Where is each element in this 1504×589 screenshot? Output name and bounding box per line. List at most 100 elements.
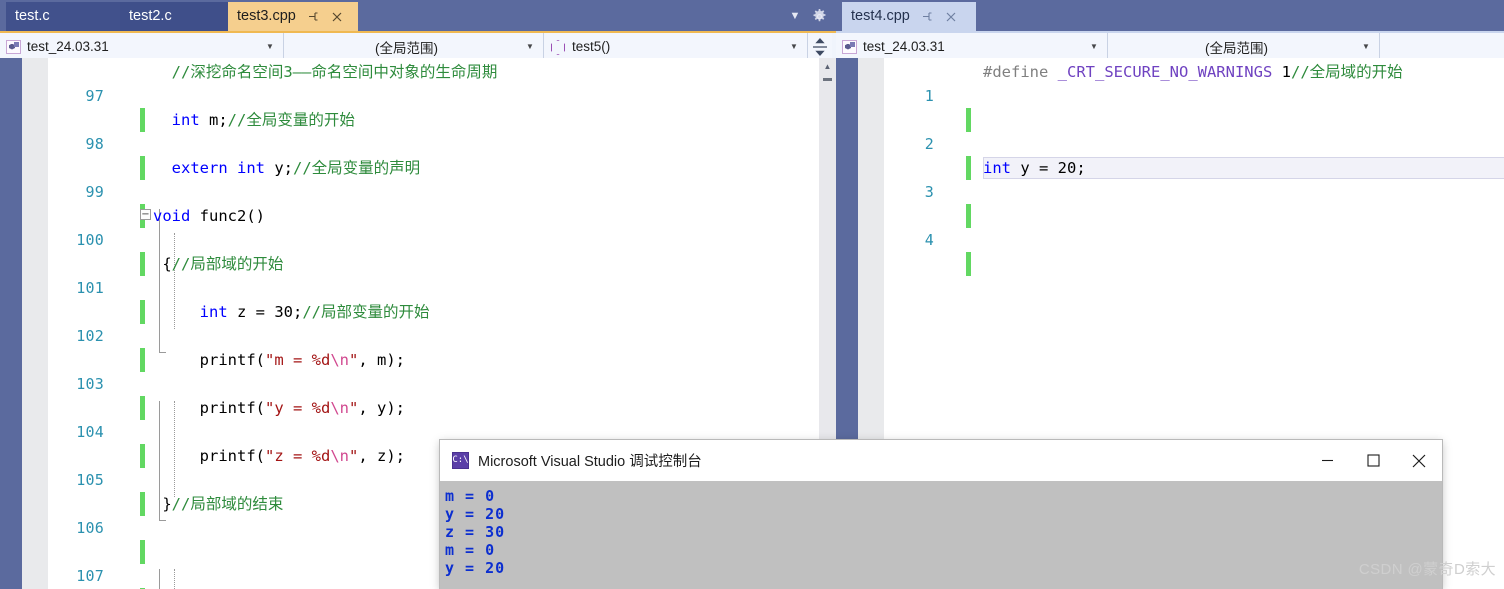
line-text: //深挖命名空间3——命名空间中对象的生命周期: [153, 63, 498, 81]
line-text: int y = 20;: [983, 159, 1086, 177]
line-number: 97: [85, 87, 104, 105]
tab-label: test.c: [15, 8, 50, 25]
code-line[interactable]: 1 #define _CRT_SECURE_NO_WARNINGS 1//全局域…: [858, 60, 1504, 132]
code-line[interactable]: 100 − void func2(): [22, 204, 836, 276]
change-bar: [966, 252, 971, 276]
line-text: {//局部域的开始: [153, 255, 284, 273]
right-tab-strip: test4.cpp: [836, 0, 1504, 31]
fold-guide-end: [159, 520, 166, 521]
code-line[interactable]: 98 int m;//全局变量的开始: [22, 108, 836, 180]
chevron-down-icon[interactable]: ▼: [523, 42, 537, 51]
line-text: − void func2(): [140, 207, 265, 225]
line-number: 104: [76, 423, 104, 441]
project-icon: [842, 39, 857, 54]
console-line: y = 20: [445, 559, 506, 577]
tab-test-c[interactable]: test.c: [6, 2, 120, 31]
pin-icon[interactable]: [921, 9, 934, 24]
left-tab-strip: test.c test2.c test3.cpp ▼: [0, 0, 836, 31]
left-navigation-bar: test_24.03.31 ▼ (全局范围) ▼ test5() ▼: [0, 31, 836, 60]
chevron-down-icon[interactable]: ▼: [784, 6, 806, 26]
chevron-down-icon[interactable]: ▼: [1087, 42, 1101, 51]
indent-guide: [174, 569, 175, 589]
line-text: int z = 30;//局部变量的开始: [199, 303, 430, 321]
project-dropdown-value: test_24.03.31: [27, 39, 109, 54]
maximize-button[interactable]: [1350, 440, 1396, 481]
tab-label: test4.cpp: [851, 8, 910, 25]
tab-strip-controls: ▼: [784, 6, 830, 26]
line-number: 1: [924, 87, 934, 105]
line-number: 99: [85, 183, 104, 201]
code-line[interactable]: 4: [858, 204, 1504, 276]
line-number: 3: [924, 183, 934, 201]
project-dropdown[interactable]: test_24.03.31 ▼: [836, 33, 1108, 60]
line-text: #define _CRT_SECURE_NO_WARNINGS 1//全局域的开…: [983, 63, 1403, 81]
code-line[interactable]: 104 printf("y = %d\n", y);: [22, 396, 836, 468]
chevron-down-icon[interactable]: ▼: [263, 42, 277, 51]
console-line: m = 0: [445, 487, 496, 505]
scope-dropdown[interactable]: (全局范围) ▼: [1108, 33, 1380, 60]
line-number: 100: [76, 231, 104, 249]
member-dropdown[interactable]: test5() ▼: [544, 33, 808, 60]
project-dropdown[interactable]: test_24.03.31 ▼: [0, 33, 284, 60]
debug-console-window[interactable]: C:\ Microsoft Visual Studio 调试控制台 m = 0y…: [440, 440, 1442, 589]
tab-test2-c[interactable]: test2.c: [120, 2, 236, 31]
project-dropdown-value: test_24.03.31: [863, 39, 945, 54]
line-number: 101: [76, 279, 104, 297]
code-line[interactable]: 97 //深挖命名空间3——命名空间中对象的生命周期: [22, 60, 836, 132]
tab-label: test3.cpp: [237, 8, 296, 25]
split-window-icon[interactable]: [808, 33, 832, 60]
pin-icon[interactable]: [307, 9, 320, 24]
code-line[interactable]: 3 int y = 20;: [858, 156, 1504, 228]
code-line[interactable]: 102 int z = 30;//局部变量的开始: [22, 300, 836, 372]
line-text: printf("m = %d\n", m);: [153, 351, 405, 369]
scrollbar-change-marker: [823, 78, 832, 81]
fold-guide: [159, 209, 160, 353]
minimize-button[interactable]: [1304, 440, 1350, 481]
gear-icon[interactable]: [808, 6, 830, 26]
chevron-down-icon[interactable]: ▼: [787, 42, 801, 51]
console-app-icon: C:\: [452, 452, 469, 469]
scope-dropdown-value: (全局范围): [1205, 40, 1268, 56]
scroll-up-arrow-icon[interactable]: ▲: [819, 58, 836, 75]
console-line: y = 20: [445, 505, 506, 523]
tab-test3-cpp[interactable]: test3.cpp: [228, 2, 358, 31]
line-number: 105: [76, 471, 104, 489]
watermark: CSDN @蒙奇D索大: [1358, 561, 1496, 578]
member-dropdown-value: test5(): [572, 39, 611, 54]
close-icon[interactable]: [945, 9, 958, 24]
chevron-down-icon[interactable]: ▼: [1359, 42, 1373, 51]
line-number: 106: [76, 519, 104, 537]
visual-studio-window: test.c test2.c test3.cpp ▼ test_24.03.31…: [0, 0, 1504, 589]
fold-guide: [159, 569, 160, 589]
close-icon[interactable]: [331, 9, 344, 24]
console-line: z = 30: [445, 523, 506, 541]
line-number: 103: [76, 375, 104, 393]
close-button[interactable]: [1396, 440, 1442, 481]
line-number: 98: [85, 135, 104, 153]
console-output[interactable]: m = 0y = 20 z = 30 m = 0y = 20: [440, 481, 1442, 589]
line-number: 2: [924, 135, 934, 153]
member-dropdown[interactable]: [1380, 33, 1504, 60]
window-buttons: [1304, 440, 1442, 481]
scope-dropdown[interactable]: (全局范围) ▼: [284, 33, 544, 60]
line-text: printf("y = %d\n", y);: [153, 399, 405, 417]
console-title: Microsoft Visual Studio 调试控制台: [478, 454, 702, 470]
line-number: 102: [76, 327, 104, 345]
line-number: 107: [76, 567, 104, 585]
right-navigation-bar: test_24.03.31 ▼ (全局范围) ▼: [836, 31, 1504, 60]
line-text: extern int y;//全局变量的声明: [171, 159, 421, 177]
console-title-bar[interactable]: C:\ Microsoft Visual Studio 调试控制台: [440, 440, 1442, 481]
project-icon: [6, 39, 21, 54]
scope-dropdown-value: (全局范围): [375, 40, 438, 56]
line-number: 4: [924, 231, 934, 249]
tab-test4-cpp[interactable]: test4.cpp: [842, 2, 976, 31]
code-line[interactable]: 99 extern int y;//全局变量的声明: [22, 156, 836, 228]
method-cube-icon: [550, 39, 565, 54]
line-text: }//局部域的结束: [153, 495, 284, 513]
code-line[interactable]: 103 printf("m = %d\n", m);: [22, 348, 836, 420]
collapse-icon[interactable]: −: [140, 209, 151, 220]
code-line[interactable]: 101 {//局部域的开始: [22, 252, 836, 324]
line-text: printf("z = %d\n", z);: [153, 447, 405, 465]
code-line[interactable]: 2: [858, 108, 1504, 180]
tab-label: test2.c: [129, 8, 172, 25]
